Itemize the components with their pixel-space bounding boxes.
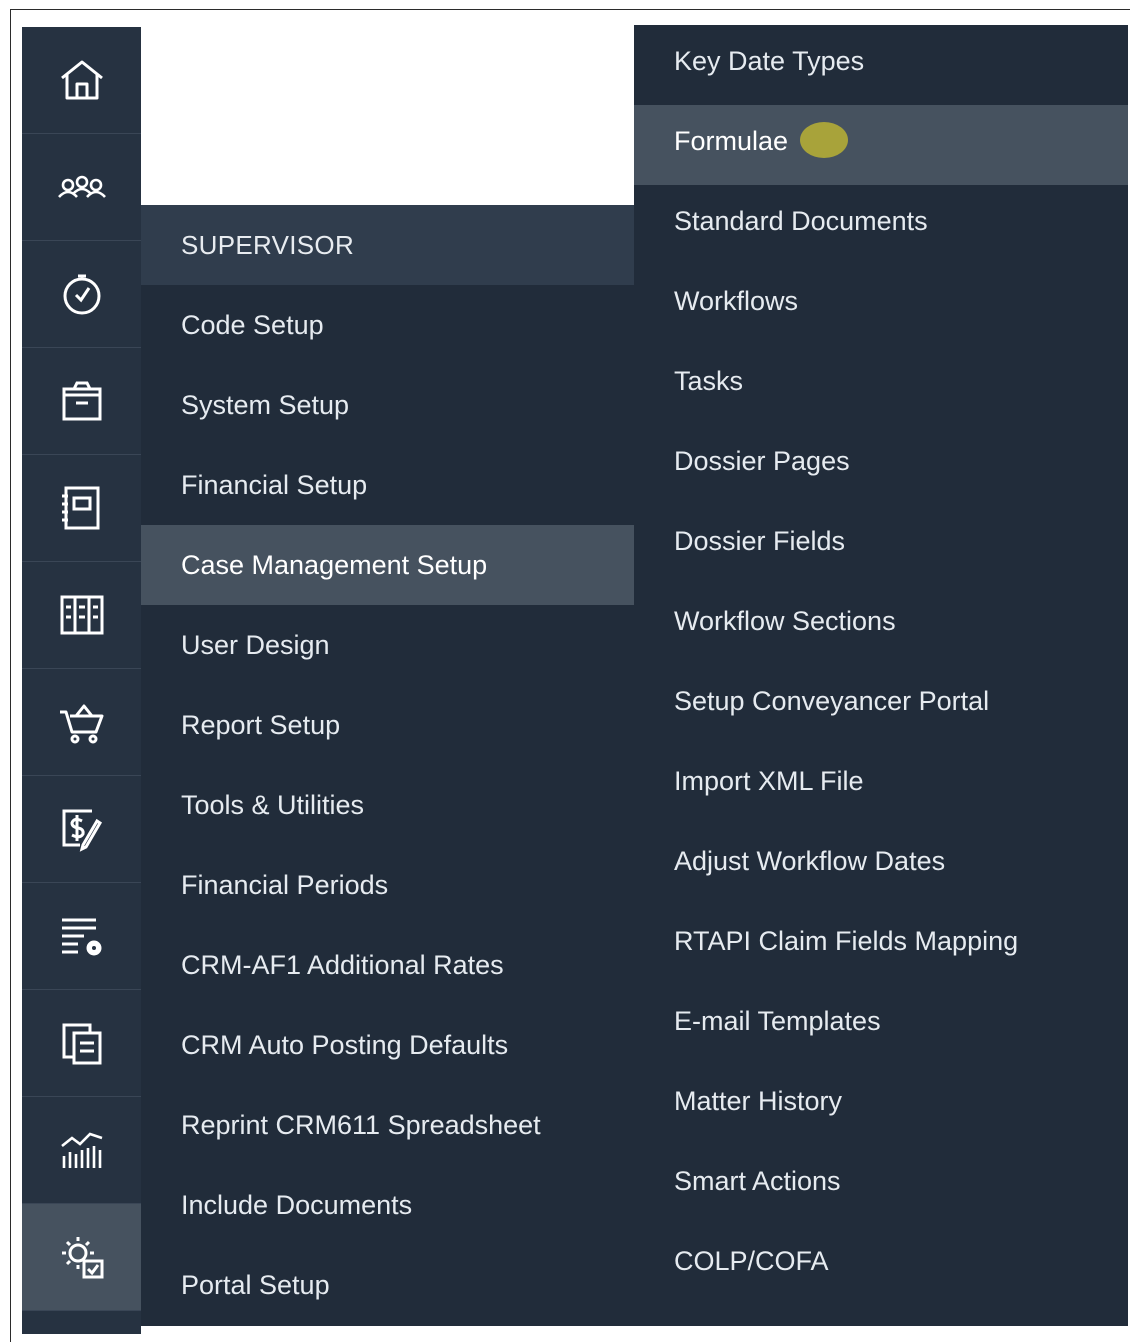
menu-item-include-documents[interactable]: Include Documents <box>141 1165 634 1245</box>
submenu-item-tasks[interactable]: Tasks <box>634 345 1128 425</box>
cursor-highlight <box>800 121 849 158</box>
menu-item-user-design[interactable]: User Design <box>141 605 634 685</box>
menu-item-portal-setup[interactable]: Portal Setup <box>141 1245 634 1325</box>
submenu-item-rtapi-claim-fields[interactable]: RTAPI Claim Fields Mapping <box>634 905 1128 985</box>
rail-matters[interactable] <box>22 348 141 455</box>
submenu-item-matter-history[interactable]: Matter History <box>634 1065 1128 1145</box>
menu-item-financial-periods[interactable]: Financial Periods <box>141 845 634 925</box>
submenu-item-workflow-sections[interactable]: Workflow Sections <box>634 585 1128 665</box>
rail-cart[interactable] <box>22 669 141 776</box>
supervisor-settings-icon <box>61 1237 103 1279</box>
submenu-item-workflows[interactable]: Workflows <box>634 265 1128 345</box>
billing-icon <box>62 809 102 852</box>
rail-copy-records[interactable] <box>22 990 141 1097</box>
supervisor-header: SUPERVISOR <box>141 205 634 285</box>
rail-billing[interactable] <box>22 776 141 883</box>
submenu-item-label: Formulae <box>674 126 789 156</box>
copy-records-icon <box>62 1023 101 1065</box>
rail-supervisor[interactable] <box>22 1204 141 1311</box>
submenu-item-adjust-workflow-dates[interactable]: Adjust Workflow Dates <box>634 825 1128 905</box>
menu-item-crm-af1-rates[interactable]: CRM-AF1 Additional Rates <box>141 925 634 1005</box>
rail-home[interactable] <box>22 27 141 134</box>
rail-analytics[interactable] <box>22 1097 141 1204</box>
rail-documents[interactable] <box>22 455 141 562</box>
submenu-item-key-date-types[interactable]: Key Date Types <box>634 25 1128 105</box>
menu-item-case-management-setup[interactable]: Case Management Setup <box>141 525 634 605</box>
cart-icon <box>59 704 103 744</box>
menu-item-reprint-crm611[interactable]: Reprint CRM611 Spreadsheet <box>141 1085 634 1165</box>
page-bottom-strip <box>141 1326 1130 1342</box>
submenu-item-formulae[interactable]: Formulae <box>634 105 1128 185</box>
menu-item-system-setup[interactable]: System Setup <box>141 365 634 445</box>
contacts-icon <box>57 175 106 198</box>
supervisor-menu: SUPERVISOR Code Setup System Setup Finan… <box>141 205 634 1326</box>
reports-settings-icon <box>61 918 101 956</box>
menu-item-code-setup[interactable]: Code Setup <box>141 285 634 365</box>
submenu-item-import-xml-file[interactable]: Import XML File <box>634 745 1128 825</box>
ledger-icon <box>60 595 103 635</box>
icon-rail <box>22 27 141 1334</box>
submenu-item-smart-actions[interactable]: Smart Actions <box>634 1145 1128 1225</box>
home-icon <box>60 60 103 100</box>
rail-contacts[interactable] <box>22 134 141 241</box>
case-management-submenu: Key Date Types Formulae Standard Documen… <box>634 25 1128 1326</box>
rail-report-settings[interactable] <box>22 883 141 990</box>
rail-time[interactable] <box>22 241 141 348</box>
menu-item-financial-setup[interactable]: Financial Setup <box>141 445 634 525</box>
time-icon <box>63 274 100 315</box>
submenu-item-colp-cofa[interactable]: COLP/COFA <box>634 1225 1128 1305</box>
submenu-item-standard-documents[interactable]: Standard Documents <box>634 185 1128 265</box>
submenu-item-setup-conveyancer-portal[interactable]: Setup Conveyancer Portal <box>634 665 1128 745</box>
rail-ledger[interactable] <box>22 562 141 669</box>
documents-icon <box>61 486 99 530</box>
menu-item-tools-utilities[interactable]: Tools & Utilities <box>141 765 634 845</box>
menu-item-report-setup[interactable]: Report Setup <box>141 685 634 765</box>
submenu-item-dossier-pages[interactable]: Dossier Pages <box>634 425 1128 505</box>
menu-item-crm-auto-posting[interactable]: CRM Auto Posting Defaults <box>141 1005 634 1085</box>
matters-icon <box>62 381 101 421</box>
submenu-item-email-templates[interactable]: E-mail Templates <box>634 985 1128 1065</box>
submenu-item-dossier-fields[interactable]: Dossier Fields <box>634 505 1128 585</box>
analytics-icon <box>60 1132 102 1168</box>
